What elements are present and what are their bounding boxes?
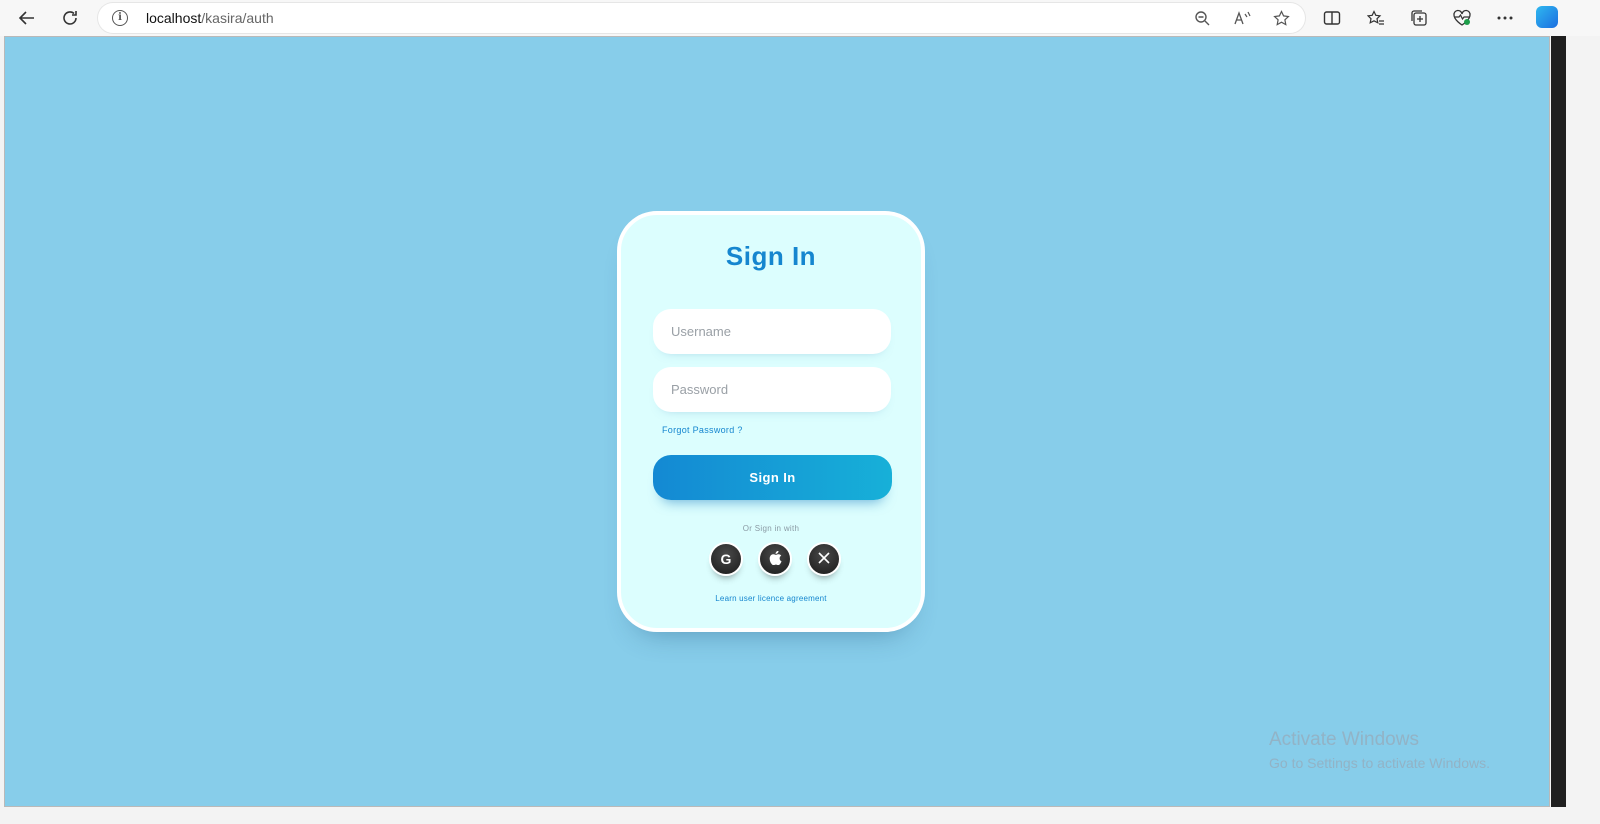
window-edge <box>1551 36 1566 807</box>
url-host: localhost <box>146 10 202 26</box>
url-path: /kasira/auth <box>201 10 274 26</box>
address-bar[interactable]: i localhost/kasira/auth <box>98 3 1305 33</box>
apple-icon <box>769 550 782 568</box>
watermark-subtitle: Go to Settings to activate Windows. <box>1269 755 1490 771</box>
apple-sign-in-button[interactable] <box>758 542 792 576</box>
browser-toolbar: i localhost/kasira/auth <box>0 0 1600 36</box>
heart-pulse-icon[interactable] <box>1448 4 1476 32</box>
licence-agreement-link[interactable]: Learn user licence agreement <box>621 594 921 603</box>
refresh-icon[interactable] <box>56 4 84 32</box>
sign-in-button[interactable]: Sign In <box>653 455 892 500</box>
sign-in-card: Sign In Forgot Password ? Sign In Or Sig… <box>617 211 925 632</box>
x-icon <box>818 551 830 567</box>
activate-windows-watermark: Activate Windows Go to Settings to activ… <box>1269 729 1490 771</box>
favorites-icon[interactable] <box>1362 4 1390 32</box>
more-icon[interactable] <box>1491 4 1519 32</box>
username-input[interactable] <box>653 309 891 354</box>
forgot-password-link[interactable]: Forgot Password ? <box>662 425 743 435</box>
read-aloud-icon[interactable] <box>1232 8 1252 28</box>
google-sign-in-button[interactable]: G <box>709 542 743 576</box>
x-sign-in-button[interactable] <box>807 542 841 576</box>
or-sign-in-with-text: Or Sign in with <box>742 524 800 533</box>
copilot-icon[interactable] <box>1536 6 1558 28</box>
split-screen-icon[interactable] <box>1318 4 1346 32</box>
star-icon[interactable] <box>1271 8 1291 28</box>
watermark-title: Activate Windows <box>1269 729 1419 750</box>
google-icon: G <box>720 551 732 567</box>
bottom-strip <box>0 807 1600 824</box>
back-arrow-icon[interactable] <box>13 4 41 32</box>
zoom-out-icon[interactable] <box>1192 8 1212 28</box>
card-title: Sign In <box>725 241 817 271</box>
page-viewport: Sign In Forgot Password ? Sign In Or Sig… <box>4 36 1550 807</box>
password-input[interactable] <box>653 367 891 412</box>
info-icon[interactable]: i <box>112 10 128 26</box>
url-text[interactable]: localhost/kasira/auth <box>146 10 274 26</box>
collections-icon[interactable] <box>1405 4 1433 32</box>
